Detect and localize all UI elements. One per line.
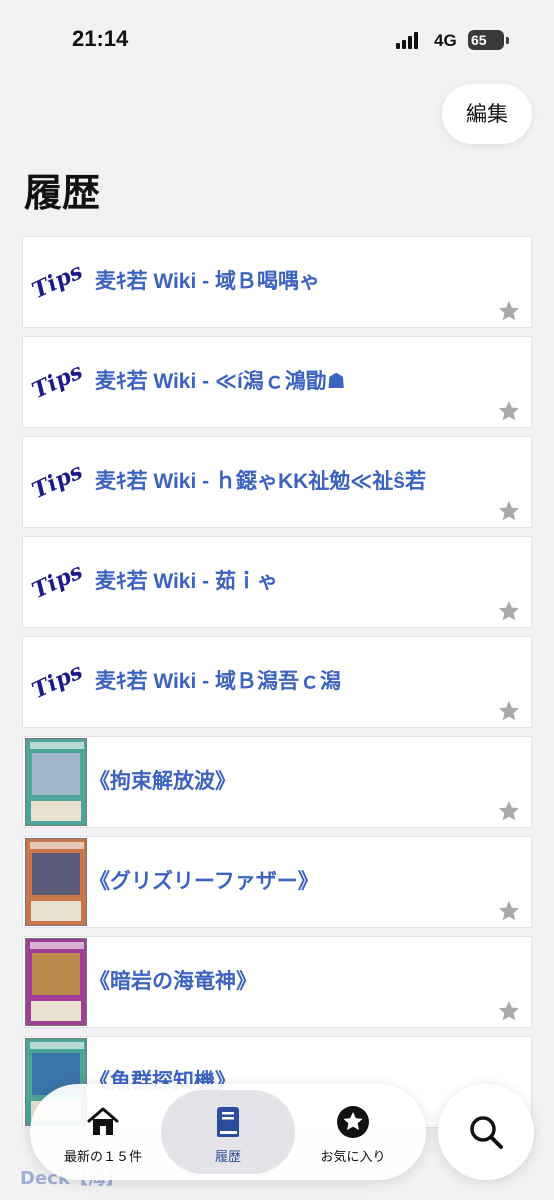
history-title-link[interactable]: 麦ｷ若 Wiki - 域Ｂ喝喁ゃ xyxy=(95,265,320,295)
history-row[interactable]: Tips 麦ｷ若 Wiki - 域Ｂ喝喁ゃ xyxy=(22,236,532,328)
favorite-star-icon[interactable] xyxy=(497,699,521,723)
history-row[interactable]: 《拘束解放波》 xyxy=(22,736,532,828)
search-icon xyxy=(470,1116,503,1149)
tab-bar: 最新の１５件 履歴 お気に入り xyxy=(30,1084,426,1180)
edit-button[interactable]: 編集 xyxy=(442,84,532,144)
favorite-star-icon[interactable] xyxy=(497,299,521,323)
status-time: 21:14 xyxy=(72,26,129,51)
history-title-link[interactable]: 《暗岩の海竜神》 xyxy=(89,965,257,995)
tab-favorites[interactable]: お気に入り xyxy=(286,1090,420,1174)
tips-logo: Tips xyxy=(28,658,87,705)
tab-favorites-label: お気に入り xyxy=(320,1150,386,1165)
tips-logo: Tips xyxy=(28,558,87,605)
tips-logo: Tips xyxy=(28,458,87,505)
history-title-link[interactable]: 麦ｷ若 Wiki - 茹ｉゃ xyxy=(95,565,278,595)
history-row[interactable]: 《暗岩の海竜神》 xyxy=(22,936,532,1028)
tab-latest-label: 最新の１５件 xyxy=(63,1150,142,1165)
tips-logo: Tips xyxy=(28,258,87,305)
history-title-link[interactable]: 麦ｷ若 Wiki - 域Ｂ潟吾ｃ潟 xyxy=(95,665,341,695)
history-title-link[interactable]: 麦ｷ若 Wiki - ≪í潟ｃ鴻勖☗ xyxy=(95,365,346,395)
history-row[interactable]: Tips 麦ｷ若 Wiki - ≪í潟ｃ鴻勖☗ xyxy=(22,336,532,428)
search-button[interactable] xyxy=(438,1084,534,1180)
history-row[interactable]: Tips 麦ｷ若 Wiki - 茹ｉゃ xyxy=(22,536,532,628)
house-icon xyxy=(87,1107,119,1135)
favorite-star-icon[interactable] xyxy=(497,799,521,823)
history-title-link[interactable]: 《拘束解放波》 xyxy=(89,765,236,795)
tab-history-label: 履歴 xyxy=(214,1150,241,1165)
tab-history[interactable]: 履歴 xyxy=(161,1090,295,1174)
history-title-link[interactable]: 麦ｷ若 Wiki - ｈ鐚ゃKK祉勉≪祉ŝ若 xyxy=(95,465,426,495)
card-thumbnail xyxy=(25,838,87,926)
favorite-star-icon[interactable] xyxy=(497,499,521,523)
network-label: 4G xyxy=(434,31,457,50)
status-bar: 21:14 4G 65 xyxy=(0,0,554,84)
tips-logo: Tips xyxy=(28,358,87,405)
tab-latest[interactable]: 最新の１５件 xyxy=(36,1090,170,1174)
card-thumbnail xyxy=(25,738,87,826)
history-row[interactable]: Tips 麦ｷ若 Wiki - ｈ鐚ゃKK祉勉≪祉ŝ若 xyxy=(22,436,532,528)
book-icon xyxy=(217,1107,239,1137)
page-title: 履歴 xyxy=(24,171,101,215)
favorite-star-icon[interactable] xyxy=(497,599,521,623)
history-row[interactable]: 《グリズリーファザー》 xyxy=(22,836,532,928)
history-list: Tips 麦ｷ若 Wiki - 域Ｂ喝喁ゃ Tips 麦ｷ若 Wiki - ≪í潟ｃ鴻… xyxy=(22,236,532,1136)
history-title-link[interactable]: 《グリズリーファザー》 xyxy=(89,865,319,895)
history-row[interactable]: Tips 麦ｷ若 Wiki - 域Ｂ潟吾ｃ潟 xyxy=(22,636,532,728)
card-thumbnail xyxy=(25,938,87,1026)
battery-icon: 65 xyxy=(468,30,504,50)
favorite-star-icon[interactable] xyxy=(497,399,521,423)
favorite-star-icon[interactable] xyxy=(497,999,521,1023)
favorite-star-icon[interactable] xyxy=(497,899,521,923)
signal-icon xyxy=(396,31,426,49)
battery-tip xyxy=(506,37,509,44)
star-circle-icon xyxy=(337,1106,369,1138)
